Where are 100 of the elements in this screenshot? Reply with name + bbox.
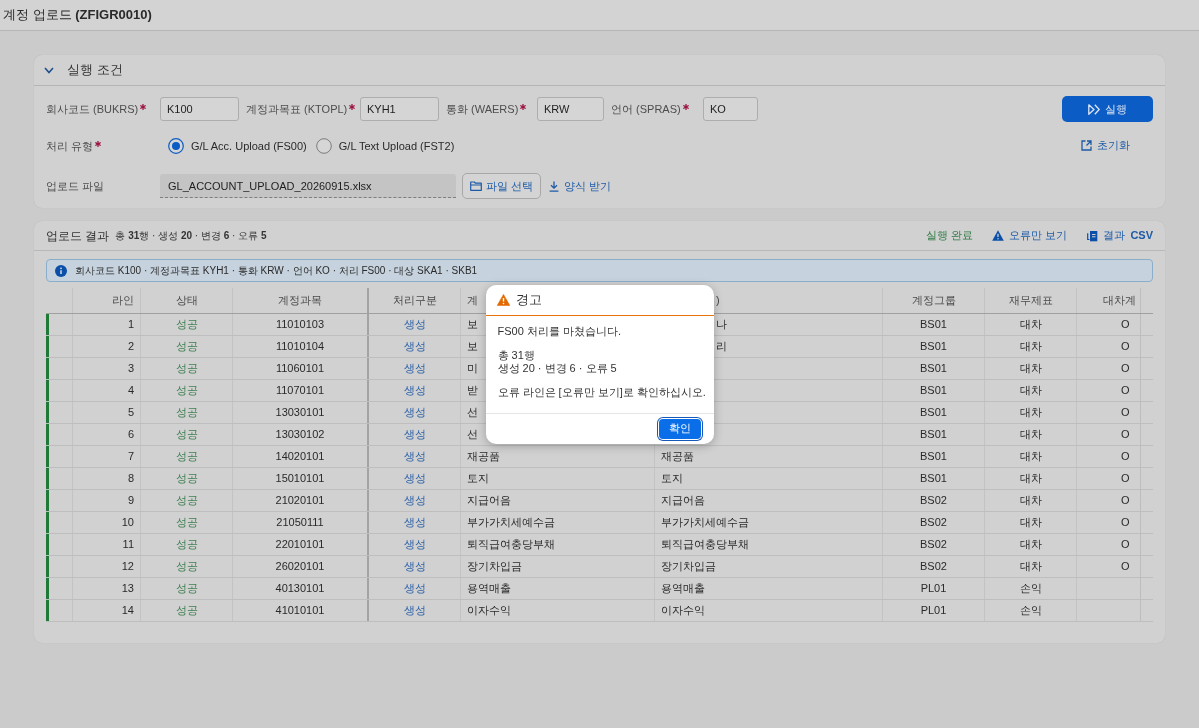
radio-option[interactable]: G/L Acc. Upload (FS00) xyxy=(168,137,307,155)
page-title: 계정 업로드 (ZFIGR0010) xyxy=(3,6,152,25)
errors-only-button[interactable]: 오류만 보기 xyxy=(992,227,1068,244)
column-header[interactable]: 계정그룹 xyxy=(911,292,956,309)
table-cell-text: PL01 xyxy=(920,581,947,597)
table-cell-text: 40130101 xyxy=(275,581,325,597)
template-link[interactable]: 양식 받기 xyxy=(549,177,612,195)
table-cell-text: BS02 xyxy=(920,537,947,553)
column-header[interactable]: 라인 xyxy=(112,292,134,309)
table-cell-text: 7 xyxy=(127,449,134,465)
panel-title: 실행 조건 xyxy=(67,61,123,80)
table-cell-text: 생성 xyxy=(403,493,426,509)
table-cell-text: 대차 xyxy=(1019,537,1042,553)
table-cell-text: O xyxy=(1121,559,1130,575)
table-cell-text: BS01 xyxy=(920,427,947,443)
table-cell-text: 10 xyxy=(121,515,134,531)
table-cell-text: 성공 xyxy=(175,537,198,553)
table-cell-text: 대차 xyxy=(1019,493,1042,509)
table-cell-text: 재공품 xyxy=(467,449,500,465)
table-cell-text: 나 xyxy=(716,317,727,333)
table-cell-text: 용역매출 xyxy=(661,581,705,597)
panel-title: 업로드 결과 xyxy=(46,227,110,245)
table-cell-text: 생성 xyxy=(403,405,426,421)
table-cell-text: 성공 xyxy=(175,493,198,509)
ok-button[interactable]: 확인 xyxy=(658,418,701,439)
input-field[interactable]: KO xyxy=(703,97,758,121)
table-cell-text: 선 xyxy=(467,427,478,443)
field-label: 언어 (SPRAS) xyxy=(611,101,681,117)
field-label: 업로드 파일 xyxy=(46,178,105,194)
input-field[interactable]: KYH1 xyxy=(360,97,439,121)
table-cell-text: 대차 xyxy=(1019,361,1042,377)
table-cell-text: 성공 xyxy=(175,449,198,465)
table-cell-text: 21020101 xyxy=(275,493,325,509)
field-label: 계정과목표 (KTOPL) xyxy=(246,101,348,117)
table-cell-text: 보 xyxy=(467,339,478,355)
table-cell-text: 성공 xyxy=(175,581,198,597)
table-cell-text: BS02 xyxy=(920,559,947,575)
table-cell-text: O xyxy=(1121,515,1130,531)
column-header[interactable]: 상태 xyxy=(175,292,198,309)
info-message: 회사코드 K100 · 계정과목표 KYH1 · 통화 KRW · 언어 KO · 처리 FS00 · 대상 SKA1 · SKB1 xyxy=(75,264,478,278)
table-cell-text: 대차 xyxy=(1019,427,1042,443)
browse-button[interactable]: 파일 선택 xyxy=(462,173,542,199)
table-cell-text: 용역매출 xyxy=(467,581,511,597)
table-cell-text: 생성 xyxy=(403,339,426,355)
radio-option[interactable]: G/L Text Upload (FST2) xyxy=(315,137,455,155)
info-icon xyxy=(55,264,67,277)
table-cell-text: 성공 xyxy=(175,317,198,333)
table-cell-text: O xyxy=(1121,383,1130,399)
column-header[interactable]: 재무제표 xyxy=(1008,292,1053,309)
results-summary: 총 31행 · 생성 20 · 변경 6 · 오류 5 xyxy=(115,229,267,243)
dialog-title: 경고 xyxy=(515,290,542,309)
reset-link[interactable]: 초기화 xyxy=(1081,137,1130,154)
column-header[interactable]: 계 xyxy=(467,292,478,309)
warning-icon xyxy=(992,230,1005,241)
chevron-down-icon[interactable] xyxy=(44,66,54,74)
table-cell-text: 대차 xyxy=(1019,317,1042,333)
table-cell-text: 퇴직급여충당부채 xyxy=(467,537,555,553)
table-cell-text: 퇴직급여충당부채 xyxy=(661,537,749,553)
table-cell-text: 지급어음 xyxy=(467,493,511,509)
table-cell-text: 부가가치세예수금 xyxy=(661,515,749,531)
table-cell-text: 2 xyxy=(127,339,134,355)
document-icon xyxy=(1087,229,1099,242)
table-cell-text: 장기차입금 xyxy=(661,559,716,575)
table-cell-text: O xyxy=(1121,361,1130,377)
column-header[interactable]: 계정과목 xyxy=(278,292,322,309)
table-cell-text: 13030101 xyxy=(275,405,325,421)
table-cell-text: 대차 xyxy=(1019,515,1042,531)
file-field[interactable]: GL_ACCOUNT_UPLOAD_20260915.xlsx xyxy=(160,174,456,198)
square-arrow-icon xyxy=(1081,139,1092,151)
column-header[interactable]: 대차계 xyxy=(1103,292,1136,309)
column-header[interactable]: 처리구분 xyxy=(392,292,437,309)
table-cell-text: O xyxy=(1121,493,1130,509)
field-label: 통화 (WAERS) xyxy=(446,101,519,117)
table-cell-text: 이자수익 xyxy=(661,603,705,619)
table-cell-text: BS02 xyxy=(920,493,947,509)
table-cell-text: 성공 xyxy=(175,603,198,619)
run-button[interactable]: 실행 xyxy=(1062,96,1153,122)
table-cell-text: 3 xyxy=(127,361,134,377)
table-cell-text: 11060101 xyxy=(275,361,325,377)
table-cell-text: BS02 xyxy=(920,515,947,531)
input-field[interactable]: KRW xyxy=(537,97,604,121)
table-cell-text: 6 xyxy=(127,427,134,443)
table-cell-text: 생성 xyxy=(403,603,426,619)
dialog-message: 총 31행 xyxy=(497,348,536,362)
input-field[interactable]: K100 xyxy=(160,97,239,121)
table-cell-text: 생성 xyxy=(403,471,426,487)
table-cell-text: BS01 xyxy=(920,471,947,487)
table-cell-text: 생성 xyxy=(403,383,426,399)
table-cell-text: BS01 xyxy=(920,383,947,399)
column-header[interactable]: ) xyxy=(716,292,720,309)
table-cell-text: 5 xyxy=(127,405,134,421)
table-cell-text: 장기차입금 xyxy=(467,559,522,575)
table-cell-text: 토지 xyxy=(661,471,683,487)
table-cell-text: O xyxy=(1121,537,1130,553)
csv-button[interactable]: 결과 CSV xyxy=(1087,227,1153,244)
table-cell-text: 미 xyxy=(467,361,478,377)
table-cell-text: 성공 xyxy=(175,383,198,399)
table-cell-text: BS01 xyxy=(920,317,947,333)
table-cell-text: 대차 xyxy=(1019,471,1042,487)
table-cell-text: 14020101 xyxy=(275,449,325,465)
